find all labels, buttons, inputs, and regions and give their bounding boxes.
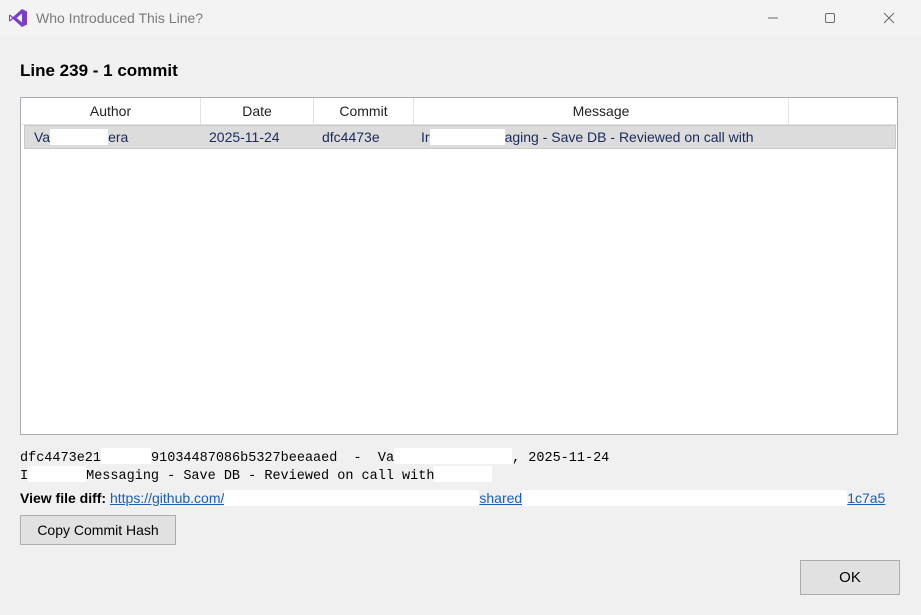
close-button[interactable] [866,0,912,36]
maximize-icon [825,13,835,23]
minimize-button[interactable] [750,0,796,36]
title-bar: Who Introduced This Line? [0,0,921,36]
column-header-date[interactable]: Date [201,98,314,124]
page-title: Line 239 - 1 commit [20,61,178,80]
column-header-commit[interactable]: Commit [314,98,414,124]
maximize-button[interactable] [807,0,853,36]
diff-link[interactable]: https://github.com/shared 1c7a5 [110,490,885,506]
ok-button[interactable]: OK [800,560,900,595]
window-title: Who Introduced This Line? [36,10,204,26]
copy-commit-hash-button[interactable]: Copy Commit Hash [20,515,176,545]
cell-author: Va era [34,129,129,145]
cell-commit: dfc4473e [322,129,380,145]
cell-date: 2025-11-24 [209,129,280,145]
file-diff-row: View file diff: https://github.com/share… [20,490,885,506]
column-header-author[interactable]: Author [21,98,201,124]
table-row[interactable]: Va era 2025-11-24 dfc4473e Ir aging - Save… [24,125,896,149]
minimize-icon [768,17,778,19]
commit-message-line: I Messaging - Save DB - Reviewed on call … [20,466,493,484]
cell-message: Ir aging - Save DB - Reviewed on call wit… [421,129,754,145]
visual-studio-icon [9,9,27,27]
diff-label: View file diff: [20,490,107,506]
commit-detail-line: dfc4473e21 91034487086b5327beeaaed - Va, … [20,448,609,466]
commit-list[interactable]: Author Date Commit Message Va era 2025-11… [20,97,898,435]
column-header-message[interactable]: Message [414,98,789,124]
close-icon [883,12,895,24]
list-header: Author Date Commit Message [21,98,897,125]
